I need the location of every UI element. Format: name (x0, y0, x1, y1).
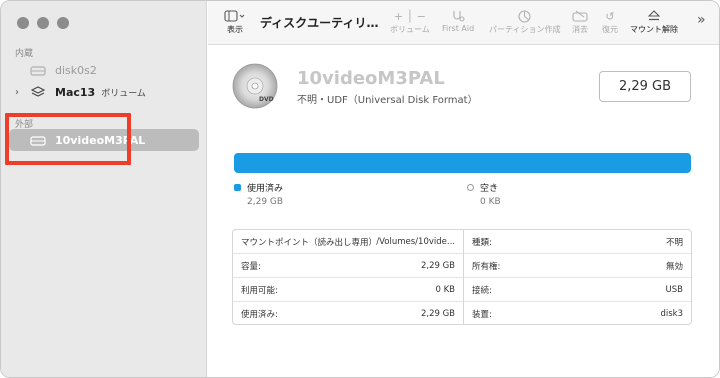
dvd-disc-icon: DVD (232, 63, 278, 109)
chevron-right-icon[interactable]: › (9, 87, 25, 98)
first-aid-button[interactable]: First Aid (442, 8, 474, 33)
usage-bar (234, 153, 691, 173)
volume-size-badge: 2,29 GB (599, 71, 691, 102)
unmount-button[interactable]: マウント解除 (630, 8, 678, 35)
view-button[interactable]: 表示 (224, 8, 246, 35)
info-column-right: 種類: 不明 所有権: 無効 接続: USB 装置: disk3 (464, 230, 691, 324)
section-label-internal: 内蔵 (15, 49, 34, 59)
minimize-window-button[interactable] (37, 17, 49, 29)
volume-description: 不明・UDF（Universal Disk Format） (297, 95, 478, 106)
info-row-mount-point: マウントポイント（読み出し専用）: /Volumes/10vide... (233, 230, 463, 254)
used-color-swatch (234, 184, 241, 191)
volume-detail-pane: DVD 10videoM3PAL 不明・UDF（Universal Disk F… (208, 46, 719, 377)
disk-utility-window: 内蔵 disk0s2 › Mac13 ボリューム 外部 10videoM3PAL (0, 0, 720, 378)
sidebar: 内蔵 disk0s2 › Mac13 ボリューム 外部 10videoM3PAL (1, 1, 207, 377)
partition-icon (518, 8, 531, 24)
free-color-swatch (467, 184, 474, 191)
sidebar-item-label: Mac13 (55, 85, 96, 99)
restore-icon: ↺ (605, 9, 615, 23)
sidebar-item-label: disk0s2 (55, 63, 97, 77)
double-chevron-right-icon: » (697, 12, 706, 28)
svg-text:DVD: DVD (259, 96, 274, 103)
sidebar-icon (224, 8, 246, 24)
view-label: 表示 (227, 25, 243, 34)
close-window-button[interactable] (17, 17, 29, 29)
toolbar: 表示 ディスクユーティリ… + │ − ボリューム First Aid パーティ… (208, 1, 719, 45)
drive-icon (29, 64, 47, 76)
sidebar-item-mac13[interactable]: › Mac13 ボリューム (9, 81, 199, 103)
info-row-device: 装置: disk3 (472, 309, 683, 320)
info-row-capacity: 容量: 2,29 GB (233, 254, 463, 278)
info-column-left: マウントポイント（読み出し専用）: /Volumes/10vide... 容量:… (233, 230, 464, 324)
window-controls (17, 17, 69, 29)
used-value: 2,29 GB (247, 197, 284, 207)
sidebar-item-disk0s2[interactable]: disk0s2 (9, 59, 199, 81)
erase-button[interactable]: 消去 (572, 8, 588, 35)
info-row-available: 利用可能: 0 KB (233, 278, 463, 302)
partition-button[interactable]: パーティション作成 (489, 8, 561, 35)
volume-button[interactable]: + │ − ボリューム (390, 8, 430, 35)
info-row-owners: 所有権: 無効 (464, 254, 691, 278)
volume-name: 10videoM3PAL (297, 68, 445, 89)
zoom-window-button[interactable] (57, 17, 69, 29)
info-row-type: 種類: 不明 (464, 230, 691, 254)
info-row-connection: 接続: USB (464, 278, 691, 302)
legend-free: 空き (467, 181, 498, 194)
free-value: 0 KB (480, 197, 501, 207)
plus-minus-icon: + │ − (393, 9, 426, 23)
layers-icon (29, 86, 47, 98)
eject-icon (648, 8, 660, 24)
erase-drive-icon (572, 8, 588, 24)
stethoscope-icon (451, 8, 465, 24)
info-row-used: 使用済み: 2,29 GB (241, 309, 455, 320)
window-title: ディスクユーティリ… (260, 16, 379, 30)
toolbar-overflow-button[interactable]: » (697, 12, 706, 28)
selection-highlight-annotation (5, 113, 131, 165)
volume-info-table: マウントポイント（読み出し専用）: /Volumes/10vide... 容量:… (232, 229, 692, 325)
legend-used: 使用済み (234, 181, 283, 194)
restore-button[interactable]: ↺ 復元 (602, 8, 618, 35)
sidebar-item-sub: ボリューム (101, 88, 146, 99)
